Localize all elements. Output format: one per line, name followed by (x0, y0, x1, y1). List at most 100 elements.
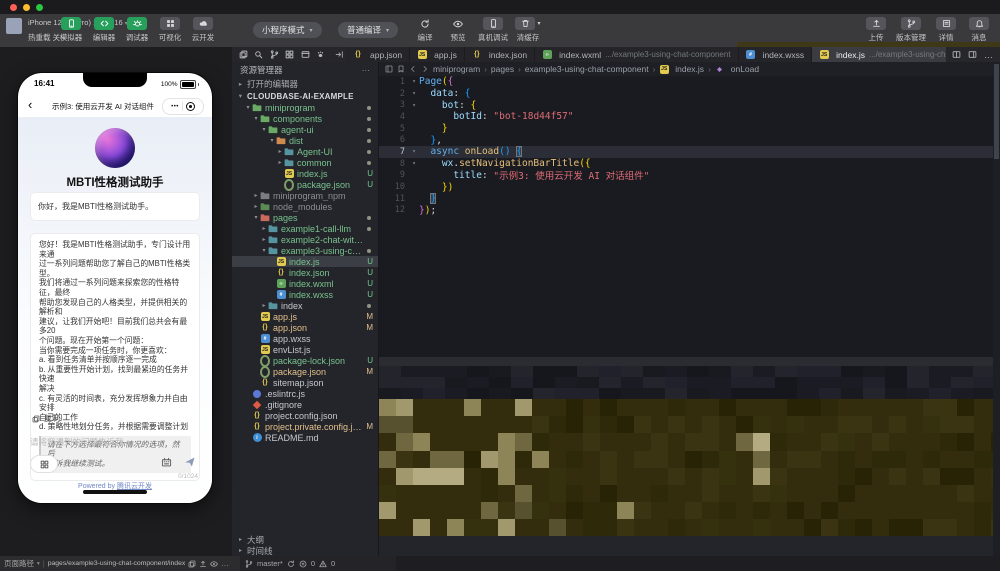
send-icon[interactable] (184, 456, 196, 468)
code-line-11[interactable]: 11 } (379, 193, 1000, 205)
code-line-9[interactable]: 9 title: "示例3: 使用云开发 AI 对话组件" (379, 170, 1000, 183)
more-actions-icon[interactable]: … (984, 50, 994, 60)
preview-button[interactable]: 预览 (445, 17, 471, 43)
minimize-capsule-icon[interactable] (185, 102, 195, 111)
outline-section[interactable]: ▸ 大纲 (232, 534, 378, 545)
explorer-more-icon[interactable]: … (362, 63, 372, 73)
code-editor[interactable]: 1 ▾ Page({2 ▾ data: {3 ▾ bot: {4 botId: "bot… (379, 76, 1000, 556)
fold-icon[interactable]: ▾ (409, 90, 419, 97)
cloud-dev-button[interactable]: 云开发 (190, 17, 216, 43)
tree-item-.gitignore[interactable]: .gitignore (232, 399, 378, 410)
tree-item-index.js[interactable]: JS index.js U (232, 256, 378, 267)
breadcrumb-item[interactable]: miniprogram (433, 64, 480, 74)
breadcrumb-item[interactable]: example3-using-chat-component (525, 64, 649, 74)
open-editors-section[interactable]: ▸ 打开的编辑器 (232, 78, 378, 90)
tree-item-package.json[interactable]: package.json U (232, 178, 378, 191)
page-path-label[interactable]: 页面路径 (4, 558, 34, 569)
user-avatar[interactable] (6, 18, 22, 34)
code-line-1[interactable]: 1 ▾ Page({ (379, 76, 1000, 88)
project-root[interactable]: ▾ CLOUDBASE-AI-EXAMPLE (232, 90, 378, 102)
git-branch-name[interactable]: master* (257, 559, 283, 568)
tree-item-package-lock.json[interactable]: package-lock.json U (232, 354, 378, 367)
simulator-button[interactable]: 模拟器 (58, 17, 84, 43)
mode-dropdown[interactable]: 小程序模式 ▾ (253, 22, 322, 38)
compile-mode-dropdown[interactable]: 普通编译 ▾ (338, 22, 399, 38)
tree-item-common[interactable]: ▸ common (232, 157, 378, 168)
path-more-icon[interactable]: … (221, 559, 230, 568)
breadcrumb-item[interactable]: pages (491, 64, 514, 74)
fold-icon[interactable]: ▾ (409, 148, 419, 155)
tree-item-app.js[interactable]: JS app.js M (232, 311, 378, 322)
search-icon[interactable] (254, 50, 263, 59)
real-device-debug-button[interactable]: 真机调试 (478, 17, 508, 43)
back-icon[interactable]: ‹ (28, 97, 32, 112)
compile-button[interactable]: 编译 (412, 17, 438, 43)
fold-icon[interactable]: ▾ (409, 160, 419, 167)
panel-icon[interactable] (385, 65, 393, 73)
debugger-button[interactable]: 调试器 (124, 17, 150, 43)
code-line-10[interactable]: 10 }) (379, 181, 1000, 193)
clear-cache-button[interactable]: ▾ 清缓存 (515, 17, 541, 43)
extensions-icon[interactable] (285, 50, 294, 59)
pin-tabs-icon[interactable] (332, 47, 346, 62)
code-line-3[interactable]: 3 ▾ bot: { (379, 99, 1000, 111)
tab-index.js[interactable]: JS index.js.../example3-using-chat-compon… (812, 47, 946, 62)
tree-item-Agent-UI[interactable]: ▸ Agent-UI (232, 146, 378, 157)
fold-icon[interactable]: ▾ (409, 102, 419, 109)
minimize-window-button[interactable] (23, 4, 30, 11)
code-line-2[interactable]: 2 ▾ data: { (379, 88, 1000, 100)
git-branch-icon[interactable] (245, 559, 253, 568)
tree-item-sitemap.json[interactable]: {} sitemap.json (232, 377, 378, 388)
warnings-icon[interactable] (319, 560, 327, 568)
sync-icon[interactable] (287, 559, 295, 568)
copy-path-icon[interactable] (188, 560, 196, 568)
tab-index.json[interactable]: {} index.json (464, 47, 536, 62)
editor-scrollbar[interactable] (993, 62, 1000, 556)
breadcrumb-item[interactable]: onLoad (715, 64, 759, 74)
tab-index.wxml[interactable]: ‹› index.wxml .../example3-using-chat-comp… (535, 47, 739, 62)
nav-forward-icon[interactable] (421, 65, 429, 73)
split-editor-icon[interactable] (952, 50, 961, 59)
editor-button[interactable]: 编辑器 (91, 17, 117, 43)
code-line-12[interactable]: 12}); (379, 205, 1000, 217)
tree-item-README.md[interactable]: i README.md (232, 432, 378, 443)
tree-item-pages[interactable]: ▾ pages (232, 212, 378, 223)
layout-icon[interactable] (968, 50, 977, 59)
tree-item-project.config.json[interactable]: {} project.config.json (232, 410, 378, 421)
tree-item-example1-call-llm[interactable]: ▸ example1-call-llm (232, 223, 378, 234)
timeline-section[interactable]: ▸ 时间线 (232, 545, 378, 556)
tree-item-index.wxss[interactable]: # index.wxss U (232, 289, 378, 300)
tree-item-example3-using-chat-co...[interactable]: ▾example3-using-chat-co... (232, 245, 378, 256)
chat-input[interactable]: 请将您遇到的问题告诉我 (30, 436, 124, 448)
tree-item-index.js[interactable]: JS index.js U (232, 168, 378, 179)
tree-item-index.json[interactable]: {} index.json U (232, 267, 378, 278)
errors-icon[interactable] (299, 560, 307, 568)
messages-button[interactable]: 消息 (966, 17, 992, 43)
source-control-icon[interactable] (270, 50, 279, 59)
tree-item-index.wxml[interactable]: ‹› index.wxml U (232, 278, 378, 289)
tree-item-miniprogram_npm[interactable]: ▸ miniprogram_npm (232, 190, 378, 201)
options-button[interactable] (30, 455, 58, 473)
tree-item-example2-chat-with-agent[interactable]: ▸example2-chat-with-agent (232, 234, 378, 245)
tree-item-package.json[interactable]: package.json M (232, 365, 378, 378)
tree-item-app.json[interactable]: {} app.json M (232, 322, 378, 333)
tree-item-node_modules[interactable]: ▸ node_modules (232, 201, 378, 212)
tree-item-app.wxss[interactable]: # app.wxss (232, 333, 378, 344)
nav-back-icon[interactable] (409, 65, 417, 73)
visualizer-button[interactable]: 可视化 (157, 17, 183, 43)
upload-button[interactable]: 上传 (863, 17, 889, 43)
copy-button[interactable]: 复制 (32, 413, 60, 424)
files-icon[interactable] (239, 50, 248, 59)
tree-item-envList.js[interactable]: JS envList.js (232, 344, 378, 355)
tab-index.wxss[interactable]: # index.wxss (738, 47, 813, 62)
capsule-menu[interactable]: ••• (162, 98, 204, 115)
bookmark-icon[interactable] (397, 65, 405, 73)
tree-item-miniprogram[interactable]: ▾ miniprogram (232, 102, 378, 113)
tree-item-index[interactable]: ▸ index (232, 300, 378, 311)
tree-item-.eslintrc.js[interactable]: .eslintrc.js (232, 388, 378, 399)
breadcrumb[interactable]: miniprogram › pages › example3-using-chat-co… (379, 62, 1000, 76)
code-line-8[interactable]: 8 ▾ wx. setNavigationBarTitle({ (379, 158, 1000, 170)
code-line-6[interactable]: 6 }, (379, 134, 1000, 146)
version-management-button[interactable]: 版本管理 (896, 17, 926, 43)
close-window-button[interactable] (10, 4, 17, 11)
